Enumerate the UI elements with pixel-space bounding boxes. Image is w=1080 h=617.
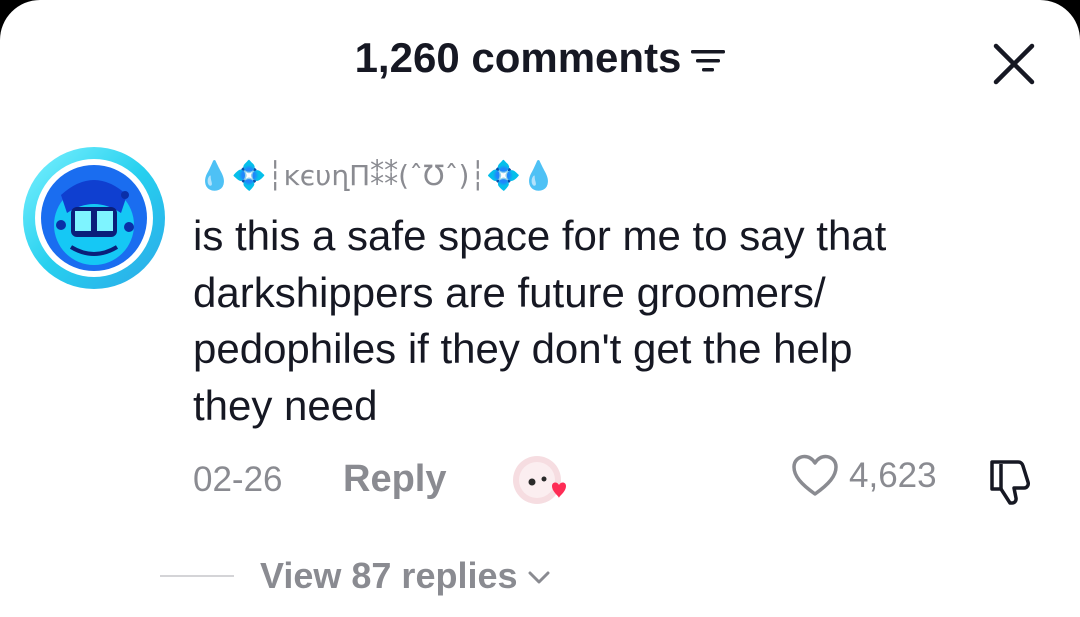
filter-lines-icon[interactable]	[691, 49, 726, 73]
like-count: 4,623	[849, 456, 937, 495]
view-replies-button[interactable]: View 87 replies	[160, 555, 550, 597]
comments-header: 1,260 comments	[0, 30, 1080, 86]
like-button[interactable]: 4,623	[791, 454, 937, 498]
comment-username[interactable]: 💧💠┆ĸєυղΠ⁑⁑(ˆ℧ˆ)┆💠💧	[197, 152, 556, 198]
comment-text: is this a safe space for me to say that …	[193, 212, 887, 429]
heart-outline-icon	[792, 454, 838, 496]
comments-sheet: 1,260 comments 💧💠┆ĸєυղΠ⁑⁑(ˆ℧ˆ)┆💠💧 is thi…	[0, 0, 1080, 617]
comments-count-title: 1,260 comments	[354, 34, 682, 81]
close-button[interactable]	[986, 36, 1042, 92]
liked-by-creator-icon	[513, 456, 566, 504]
comment-date: 02-26	[193, 460, 283, 499]
close-icon	[993, 43, 1035, 85]
comment-meta-row: 02-26 Reply 4,623	[193, 452, 1053, 510]
view-replies-label: View 87 replies	[260, 555, 518, 596]
reply-button[interactable]: Reply	[343, 458, 446, 501]
avatar-image	[35, 159, 153, 277]
avatar-illustration	[41, 165, 147, 271]
dislike-thumb-icon[interactable]	[988, 456, 1034, 506]
commenter-avatar[interactable]	[23, 147, 165, 289]
chevron-down-icon	[528, 571, 550, 584]
replies-divider	[160, 575, 234, 577]
